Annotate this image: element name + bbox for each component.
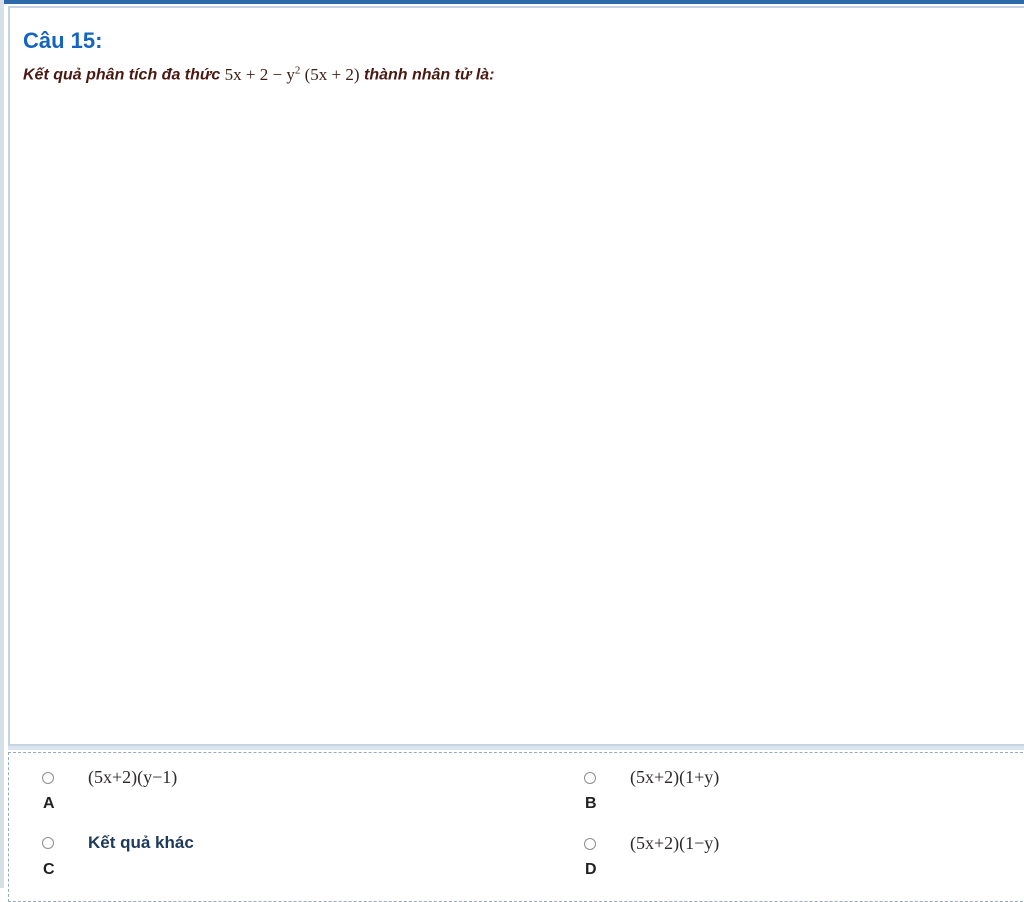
option-d[interactable]: (5x+2)(1−y) [584,833,719,854]
option-b[interactable]: (5x+2)(1+y) [584,767,719,788]
option-c-letter: C [43,861,55,878]
option-a-letter: A [43,795,55,812]
option-c[interactable]: Kết quả khác [42,833,194,853]
option-a-text: (5x+2)(y−1) [88,767,178,787]
radio-d[interactable] [584,837,596,850]
question-panel: Câu 15: Kết quả phân tích đa thức 5x + 2… [8,6,1024,746]
option-a[interactable]: (5x+2)(y−1) [42,767,177,788]
radio-c[interactable] [42,837,54,849]
expression-part1: 5x + 2 − y [224,64,295,84]
expression-part2: (5x + 2) [304,64,360,84]
question-prompt: Kết quả phân tích đa thức 5x + 2 − y2 (5… [23,64,495,85]
option-b-letter: B [585,795,597,812]
radio-a[interactable] [42,771,54,784]
option-b-text: (5x+2)(1+y) [630,767,720,787]
polynomial-expression: 5x + 2 − y2 (5x + 2) [224,64,360,84]
prompt-suffix: thành nhân tử là: [363,66,495,84]
window-top-border [0,0,1024,4]
prompt-prefix: Kết quả phân tích đa thức [23,66,221,84]
panel-divider [8,746,1024,750]
radio-b[interactable] [584,771,596,784]
option-d-letter: D [585,861,597,878]
question-title: Câu 15: [23,28,103,53]
window-left-border [0,0,4,888]
expression-exponent: 2 [294,64,301,76]
answers-panel: (5x+2)(y−1) A (5x+2)(1+y) B Kết quả khác… [8,752,1024,902]
option-c-text: Kết quả khác [88,833,194,852]
option-d-text: (5x+2)(1−y) [630,833,720,853]
